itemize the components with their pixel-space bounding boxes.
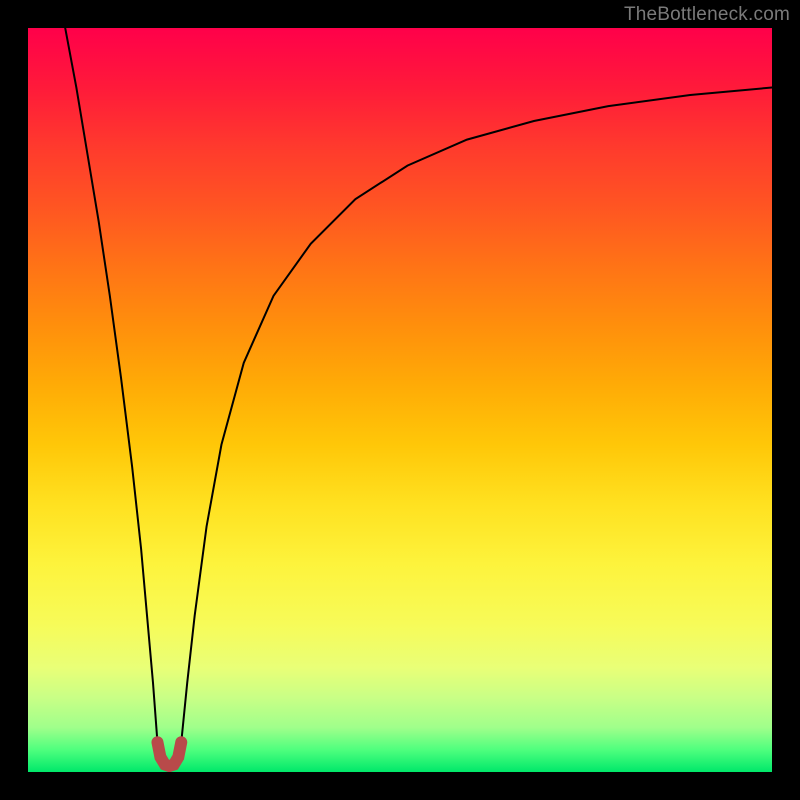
watermark-text: TheBottleneck.com (624, 4, 790, 26)
curve-layer (28, 28, 772, 772)
curve-min-bump (157, 742, 181, 766)
curve-right-branch (181, 88, 772, 743)
plot-area (28, 28, 772, 772)
chart-frame: TheBottleneck.com (0, 0, 800, 800)
curve-left-branch (65, 28, 157, 742)
